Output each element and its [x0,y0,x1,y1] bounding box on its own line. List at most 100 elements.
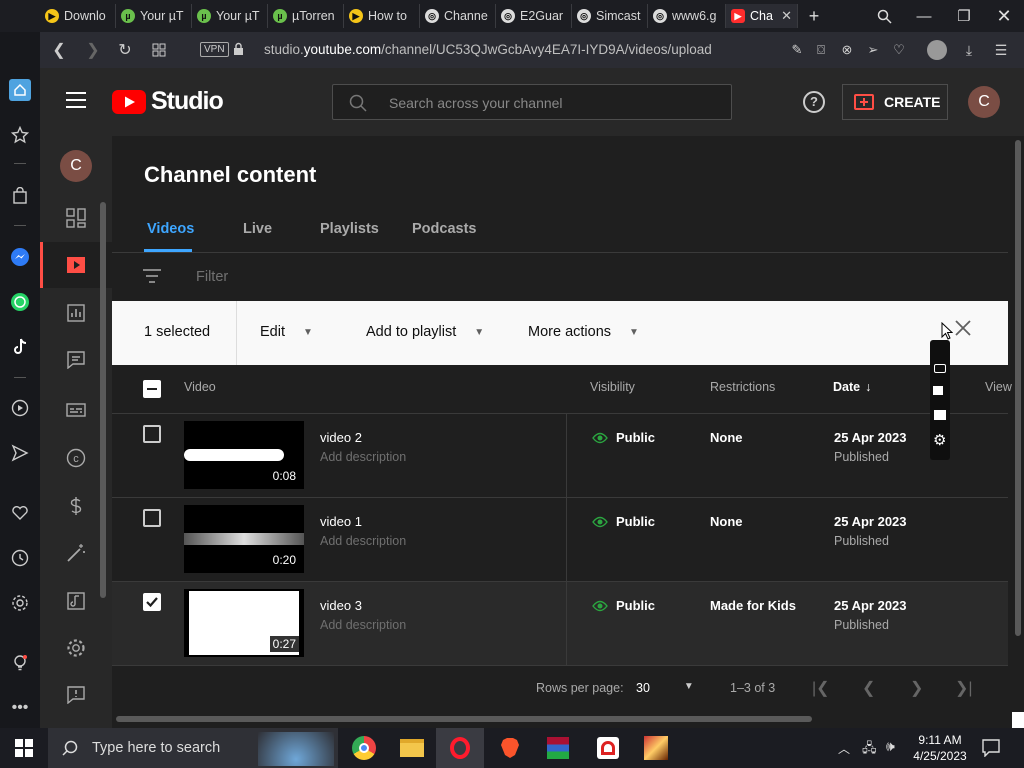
rows-per-page-select[interactable]: 30 ▼ [636,681,694,695]
easy-setup-icon[interactable]: ☰ [986,32,1016,68]
forward-icon[interactable]: ❯ [78,32,108,68]
search-input[interactable]: Search across your channel [389,95,563,111]
browser-tab-active[interactable]: ▶ Cha ✕ [726,4,798,28]
more-actions-dropdown[interactable]: More actions ▼ [528,324,639,340]
video-thumbnail[interactable]: 0:27 [184,589,304,657]
tiktok-icon[interactable] [0,329,40,365]
star-icon[interactable] [0,117,40,153]
history-icon[interactable] [0,540,40,576]
feedback-icon[interactable] [40,672,112,718]
create-button[interactable]: CREATE [842,84,948,120]
video-title[interactable]: video 2 [320,430,362,445]
nav-scrollbar[interactable] [100,202,106,598]
add-to-playlist-dropdown[interactable]: Add to playlist ▼ [366,324,484,340]
video-thumbnail[interactable]: 0:08 [184,421,304,489]
send-icon[interactable] [0,435,40,471]
winrar-icon[interactable] [534,728,582,768]
tab-playlists[interactable]: Playlists [320,221,379,237]
next-page-icon[interactable]: ❯ [910,678,923,698]
filter-icon[interactable] [143,269,161,283]
vpn-badge[interactable]: VPN [200,42,229,57]
previous-page-icon[interactable]: ❮ [862,678,875,698]
column-header-views[interactable]: View [985,380,1012,394]
taskbar-search-box[interactable]: Type here to search [48,728,338,768]
notifications-icon[interactable] [982,739,1000,757]
browser-tab[interactable]: µ Your µT [192,4,268,28]
profile-icon[interactable] [927,40,947,60]
more-icon[interactable]: ••• [0,690,40,726]
youtube-logo-icon[interactable] [112,90,146,114]
visibility-cell[interactable]: Public [592,514,655,529]
acrobat-icon[interactable] [584,728,632,768]
menu-icon[interactable] [66,92,86,108]
restore-icon[interactable]: ❐ [944,0,984,32]
browser-tab[interactable]: µ Your µT [116,4,192,28]
screenshot-icon[interactable] [934,364,946,373]
windows-start-icon[interactable] [0,728,48,768]
tab-videos[interactable]: Videos [147,221,194,237]
row-checkbox-checked[interactable] [143,593,161,611]
chrome-icon[interactable] [340,728,388,768]
file-explorer-icon[interactable] [388,728,436,768]
home-icon[interactable] [0,72,40,108]
browser-tab[interactable]: ▶ How to [344,4,420,28]
help-icon[interactable]: ? [803,91,825,113]
last-page-icon[interactable]: ❯| [955,678,973,698]
messenger-icon[interactable] [0,239,40,275]
visibility-cell[interactable]: Public [592,430,655,445]
column-header-visibility[interactable]: Visibility [590,380,635,394]
table-row[interactable]: 0:08 video 2 Add description Public None… [112,414,1008,498]
video-description[interactable]: Add description [320,450,406,464]
column-header-date[interactable]: Date ↓ [833,380,871,394]
record-video-icon[interactable] [933,386,943,395]
search-tabs-icon[interactable] [864,0,904,32]
settings-icon[interactable] [0,585,40,621]
download-icon[interactable]: ⤓ [954,32,984,68]
back-icon[interactable]: ❮ [44,32,74,68]
shopping-bag-icon[interactable] [0,178,40,214]
settings-icon[interactable] [40,625,112,671]
lock-icon[interactable] [233,42,244,56]
row-checkbox[interactable] [143,509,161,527]
capture-settings-icon[interactable]: ⚙ [933,431,946,449]
video-description[interactable]: Add description [320,534,406,548]
network-icon[interactable]: 🖧 [862,739,877,761]
video-title[interactable]: video 3 [320,598,362,613]
heart-icon[interactable]: ♡ [884,32,914,68]
opera-taskbar-icon[interactable] [436,728,484,768]
column-header-restrictions[interactable]: Restrictions [710,380,775,394]
table-row[interactable]: 0:20 video 1 Add description Public None… [112,498,1008,582]
browser-tab[interactable]: ▶ Downlo [40,4,116,28]
browser-tab[interactable]: ◎ Channe [420,4,496,28]
reload-icon[interactable]: ↻ [110,32,140,68]
channel-avatar[interactable]: C [60,150,92,182]
minimize-icon[interactable]: — [904,0,944,32]
close-tab-icon[interactable]: ✕ [781,8,792,24]
video-title[interactable]: video 1 [320,514,362,529]
first-page-icon[interactable]: |❮ [812,678,830,698]
url-text[interactable]: studio.youtube.com/channel/UC53QJwGcbAvy… [264,42,712,57]
browser-tab[interactable]: µ µTorren [268,4,344,28]
table-row[interactable]: 0:27 video 3 Add description Public Made… [112,582,1008,666]
close-window-icon[interactable]: ✕ [984,0,1024,32]
page-scrollbar-thumb[interactable] [1015,140,1021,636]
game-app-icon[interactable] [632,728,680,768]
account-avatar[interactable]: C [968,86,1000,118]
brave-icon[interactable] [486,728,534,768]
window-capture-icon[interactable] [934,410,946,420]
edit-dropdown[interactable]: Edit ▼ [260,324,313,340]
video-thumbnail[interactable]: 0:20 [184,505,304,573]
visibility-cell[interactable]: Public [592,598,655,613]
tabs-grid-icon[interactable] [144,32,174,68]
browser-tab[interactable]: ◎ www6.g [648,4,726,28]
tab-podcasts[interactable]: Podcasts [412,221,476,237]
lightbulb-icon[interactable] [0,645,40,681]
tab-live[interactable]: Live [243,221,272,237]
volume-icon[interactable]: 🕪 [886,738,895,755]
browser-tab[interactable]: ◎ Simcast [572,4,648,28]
video-description[interactable]: Add description [320,618,406,632]
whatsapp-icon[interactable] [0,284,40,320]
player-icon[interactable] [0,390,40,426]
search-box[interactable]: Search across your channel [332,84,732,120]
row-checkbox[interactable] [143,425,161,443]
